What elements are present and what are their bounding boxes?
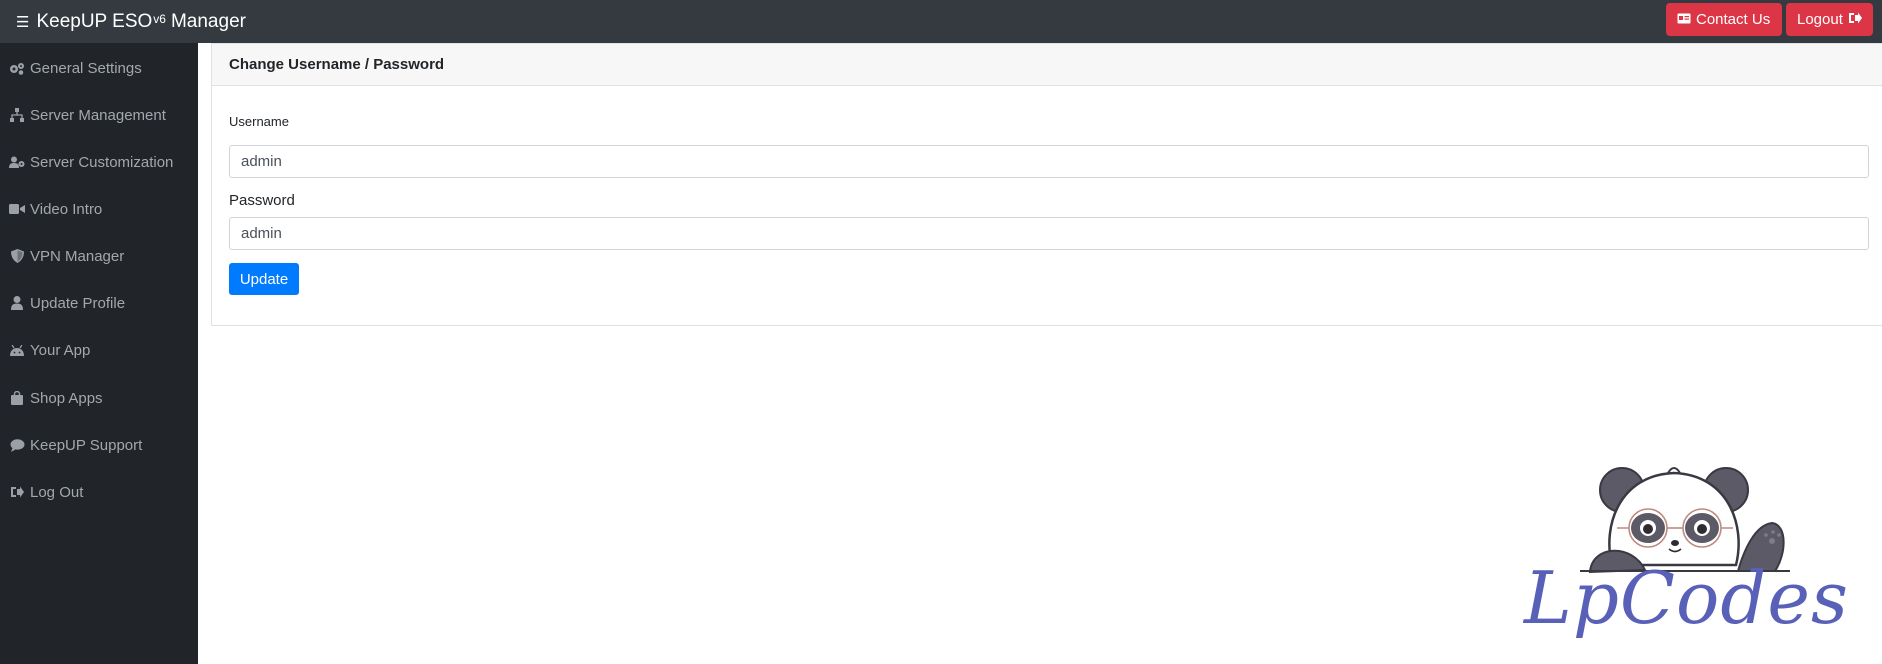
shield-icon [9,249,25,263]
top-navbar: ☰ KeepUP ESO v6 Manager Contact Us Logout [0,0,1882,43]
sidebar-item-server-management[interactable]: Server Management [0,95,198,135]
sidebar-item-label: VPN Manager [30,247,125,265]
username-label: Username [229,114,289,129]
sidebar-item-label: Your App [30,341,91,359]
sign-out-icon [1848,12,1862,27]
sidebar-item-log-out[interactable]: Log Out [0,472,198,512]
user-icon [9,296,25,310]
app-brand[interactable]: ☰ KeepUP ESO v6 Manager [16,0,246,43]
sidebar-item-label: General Settings [30,59,142,77]
sidebar-item-your-app[interactable]: Your App [0,330,198,370]
sidebar-item-label: KeepUP Support [30,436,143,454]
app-title-prefix: KeepUP ESO [36,10,153,32]
sign-out-icon [9,485,25,499]
card-title: Change Username / Password [212,44,1882,86]
sidebar: General Settings Server Management Serve… [0,43,198,664]
id-card-icon [1677,12,1691,27]
sidebar-item-vpn-manager[interactable]: VPN Manager [0,236,198,276]
comment-icon [9,438,25,452]
sidebar-item-video-intro[interactable]: Video Intro [0,189,198,229]
sidebar-item-server-customization[interactable]: Server Customization [0,142,198,182]
contact-us-label: Contact Us [1696,11,1771,28]
users-cog-icon [9,155,25,169]
app-title-suffix: Manager [170,10,246,32]
logout-label: Logout [1797,11,1843,28]
video-icon [9,202,25,216]
android-icon [9,343,25,357]
sidebar-item-label: Server Management [30,106,166,124]
sidebar-item-label: Video Intro [30,200,103,218]
sidebar-item-shop-apps[interactable]: Shop Apps [0,378,198,418]
watermark-logo-text: LpCodes [1524,556,1849,640]
password-label: Password [229,192,295,209]
sidebar-item-label: Log Out [30,483,84,501]
password-input[interactable]: admin [229,217,1869,250]
update-button[interactable]: Update [229,263,299,295]
contact-us-button[interactable]: Contact Us [1666,3,1782,36]
shopping-bag-icon [9,391,25,405]
cogs-icon [9,61,25,75]
change-credentials-card: Change Username / Password Username admi… [211,43,1882,326]
sitemap-icon [9,108,25,122]
sidebar-item-label: Update Profile [30,294,126,312]
sidebar-item-update-profile[interactable]: Update Profile [0,283,198,323]
app-title-version: v6 [153,11,166,26]
logout-button[interactable]: Logout [1786,3,1873,36]
username-input[interactable]: admin [229,145,1869,178]
sidebar-item-label: Server Customization [30,153,174,171]
sidebar-item-keepup-support[interactable]: KeepUP Support [0,425,198,465]
sidebar-item-general-settings[interactable]: General Settings [0,48,198,88]
list-icon: ☰ [16,13,30,31]
sidebar-item-label: Shop Apps [30,389,103,407]
